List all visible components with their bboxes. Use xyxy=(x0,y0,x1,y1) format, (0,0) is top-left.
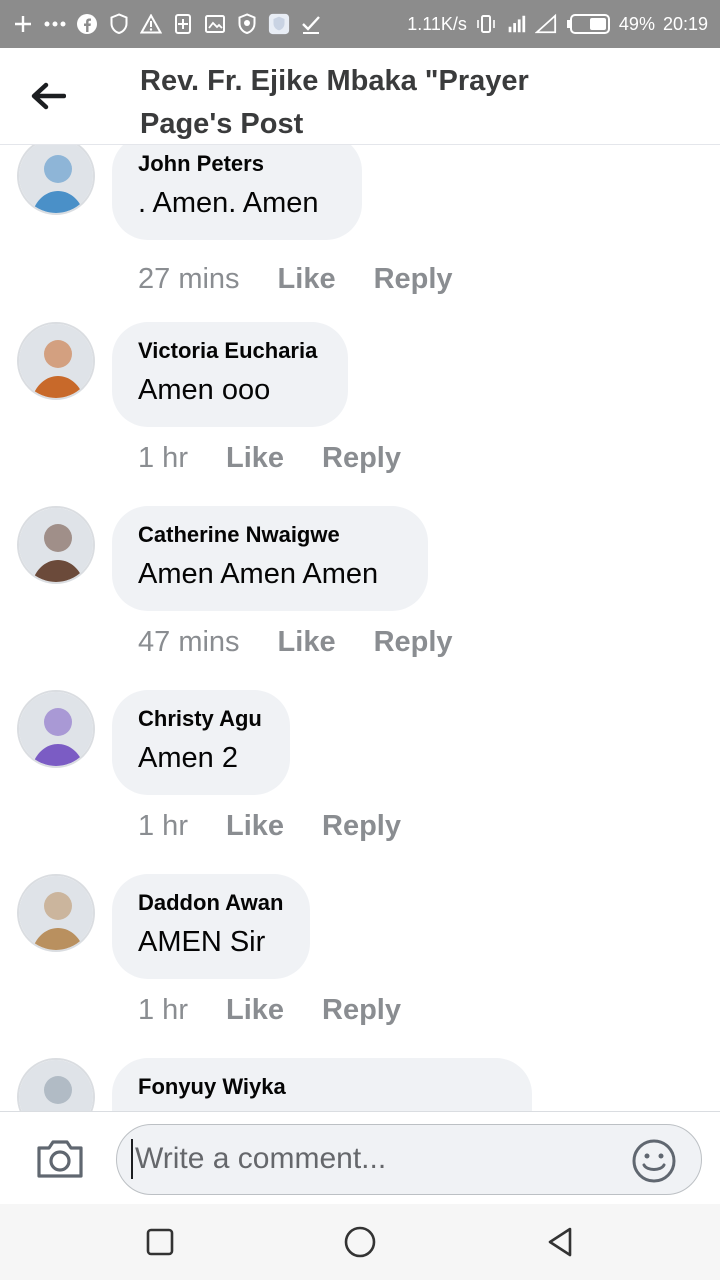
check-icon xyxy=(300,13,322,35)
like-button[interactable]: Like xyxy=(278,259,336,299)
vibrate-icon xyxy=(475,13,497,35)
comment-actions: 1 hr Like Reply xyxy=(138,990,401,1030)
avatar[interactable] xyxy=(17,690,95,768)
commenter-name[interactable]: Fonyuy Wiyka xyxy=(138,1072,506,1102)
plus-icon xyxy=(12,13,34,35)
emoji-icon xyxy=(632,1139,676,1183)
comment-input[interactable]: Write a comment... xyxy=(116,1124,702,1195)
like-button[interactable]: Like xyxy=(226,806,284,846)
comment-timestamp[interactable]: 1 hr xyxy=(138,806,188,846)
comment-text: . Amen. Amen xyxy=(138,187,319,219)
commenter-name[interactable]: Daddon Awan xyxy=(138,888,284,918)
comment-item: John Peters . Amen. Amen 27 mins Like Reply xyxy=(0,145,720,329)
shield-icon xyxy=(108,13,130,35)
status-bar: 1.11K/s 49% 20:19 xyxy=(0,0,720,48)
triangle-back-icon xyxy=(548,1227,572,1257)
back-nav-button[interactable] xyxy=(542,1224,578,1260)
like-button[interactable]: Like xyxy=(226,438,284,478)
comment-item: Fonyuy Wiyka xyxy=(0,1058,720,1111)
like-button[interactable]: Like xyxy=(278,622,336,662)
avatar[interactable] xyxy=(17,322,95,400)
emoji-button[interactable] xyxy=(631,1138,677,1184)
comment-bubble[interactable]: Fonyuy Wiyka xyxy=(112,1058,532,1111)
facebook-icon xyxy=(76,13,98,35)
page-title: Rev. Fr. Ejike Mbaka "Prayer Page's Post xyxy=(140,65,529,140)
comment-bubble[interactable]: Catherine Nwaigwe Amen Amen Amen xyxy=(112,506,428,611)
comment-actions: 1 hr Like Reply xyxy=(138,806,401,846)
app-shield-icon xyxy=(268,13,290,35)
comment-text: Amen 2 xyxy=(138,742,238,774)
like-button[interactable]: Like xyxy=(226,990,284,1030)
clock: 20:19 xyxy=(662,13,708,34)
status-icons-right: 1.11K/s 49% 20:19 xyxy=(407,13,708,35)
comment-item: Victoria Eucharia Amen ooo 1 hr Like Reply xyxy=(0,322,720,506)
image-icon xyxy=(204,13,226,35)
comment-bubble[interactable]: Daddon Awan AMEN Sir xyxy=(112,874,310,979)
sim-icon xyxy=(172,13,194,35)
battery-icon xyxy=(565,13,611,35)
home-button[interactable] xyxy=(342,1224,378,1260)
reply-button[interactable]: Reply xyxy=(322,438,401,478)
commenter-name[interactable]: Catherine Nwaigwe xyxy=(138,520,402,550)
comment-actions: 47 mins Like Reply xyxy=(138,622,453,662)
more-dots-icon xyxy=(44,13,66,35)
back-button[interactable] xyxy=(26,76,70,116)
commenter-name[interactable]: Christy Agu xyxy=(138,704,264,734)
comment-item: Daddon Awan AMEN Sir 1 hr Like Reply xyxy=(0,874,720,1058)
status-icons-left xyxy=(12,13,322,35)
comment-composer: Write a comment... xyxy=(0,1111,720,1204)
avatar[interactable] xyxy=(17,874,95,952)
system-nav-bar xyxy=(0,1204,720,1280)
comment-placeholder: Write a comment... xyxy=(131,1139,386,1179)
signal-h-plus-icon xyxy=(505,13,527,35)
back-arrow-icon xyxy=(31,82,66,110)
square-icon xyxy=(146,1228,174,1256)
comment-bubble[interactable]: Victoria Eucharia Amen ooo xyxy=(112,322,348,427)
commenter-name[interactable]: Victoria Eucharia xyxy=(138,336,322,366)
comment-timestamp[interactable]: 47 mins xyxy=(138,622,240,662)
recents-button[interactable] xyxy=(142,1224,178,1260)
camera-button[interactable] xyxy=(34,1136,86,1182)
comment-timestamp[interactable]: 27 mins xyxy=(138,259,240,299)
reply-button[interactable]: Reply xyxy=(322,990,401,1030)
reply-button[interactable]: Reply xyxy=(322,806,401,846)
comment-actions: 1 hr Like Reply xyxy=(138,438,401,478)
camera-icon xyxy=(37,1140,83,1178)
comment-text: Amen ooo xyxy=(138,374,271,406)
commenter-name[interactable]: John Peters xyxy=(138,149,336,179)
comment-actions: 27 mins Like Reply xyxy=(138,259,453,299)
circle-icon xyxy=(344,1226,376,1258)
comments-list[interactable]: John Peters. Amen. Amen 27 mins Like Reply V… xyxy=(0,145,720,1111)
warning-icon xyxy=(140,13,162,35)
comment-bubble[interactable]: Christy Agu Amen 2 xyxy=(112,690,290,795)
network-speed: 1.11K/s xyxy=(407,13,467,34)
comment-bubble[interactable]: John Peters . Amen. Amen xyxy=(112,145,362,240)
avatar[interactable] xyxy=(17,1058,95,1111)
app-screen: 1.11K/s 49% 20:19 Rev. Fr. Ejike Mbaka "… xyxy=(0,0,720,1280)
comment-item: Catherine Nwaigwe Amen Amen Amen 47 mins Li… xyxy=(0,506,720,690)
avatar[interactable] xyxy=(17,506,95,584)
avatar[interactable] xyxy=(17,145,95,215)
comment-text: AMEN Sir xyxy=(138,926,266,958)
shield-badge-icon xyxy=(236,13,258,35)
page-header: Rev. Fr. Ejike Mbaka "Prayer Page's Post xyxy=(0,48,720,145)
reply-button[interactable]: Reply xyxy=(374,259,453,299)
reply-button[interactable]: Reply xyxy=(374,622,453,662)
comment-timestamp[interactable]: 1 hr xyxy=(138,990,188,1030)
battery-percent: 49% xyxy=(618,13,655,34)
comment-timestamp[interactable]: 1 hr xyxy=(138,438,188,478)
signal-empty-icon xyxy=(534,13,557,35)
comment-text: Amen Amen Amen xyxy=(138,558,379,590)
comment-item: Christy Agu Amen 2 1 hr Like Reply xyxy=(0,690,720,874)
